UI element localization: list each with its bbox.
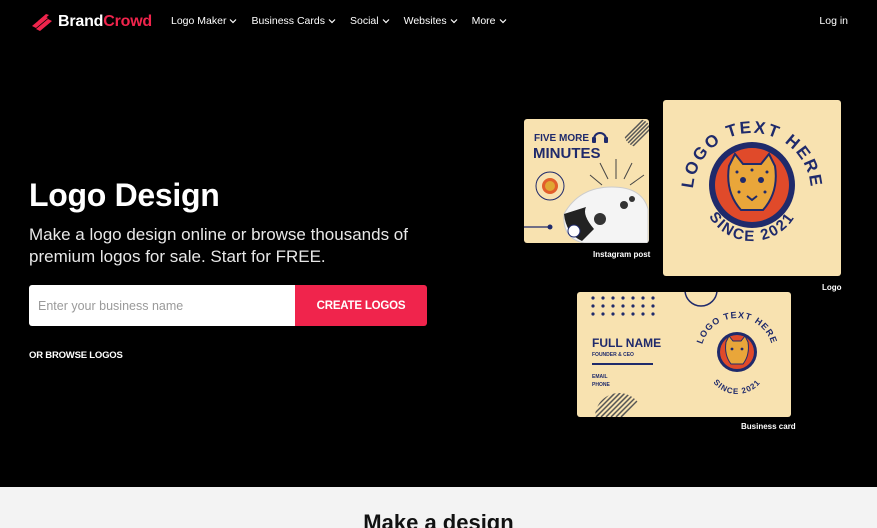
striped-semicircle-decoration: [595, 393, 643, 417]
browse-logos-link[interactable]: OR BROWSE LOGOS: [29, 350, 123, 361]
svg-text:MINUTES: MINUTES: [533, 145, 601, 162]
nav-item-logo-maker[interactable]: Logo Maker: [171, 15, 237, 27]
top-nav: BrandCrowd Logo Maker Business Cards Soc…: [0, 0, 877, 44]
headphones-icon: [592, 132, 608, 143]
brandcrowd-logo-icon: [32, 14, 52, 31]
mini-logo-emblem: [535, 171, 565, 201]
login-link[interactable]: Log in: [819, 15, 848, 27]
cheetah-logo-emblem: LOGO TEXT HERE SINCE 2021: [678, 118, 824, 245]
business-name-form: CREATE LOGOS: [29, 285, 427, 326]
svg-text:FIVE MORE: FIVE MORE: [534, 133, 589, 144]
instagram-post-preview[interactable]: FIVE MORE MINUTES: [524, 119, 649, 243]
svg-text:FULL NAME: FULL NAME: [592, 336, 661, 350]
svg-text:PHONE: PHONE: [592, 382, 610, 388]
nav-item-websites[interactable]: Websites: [404, 15, 458, 27]
page-title: Logo Design: [29, 177, 220, 213]
create-logos-button[interactable]: CREATE LOGOS: [295, 285, 427, 326]
svg-text:SINCE 2021: SINCE 2021: [712, 378, 763, 396]
circle-outline-decoration: [684, 292, 718, 307]
burst-lines: [589, 159, 645, 186]
dot-grid-decoration: [591, 296, 655, 316]
nav-item-business-cards[interactable]: Business Cards: [251, 15, 336, 27]
chevron-down-icon: [230, 19, 237, 24]
hero-subtitle: Make a logo design online or browse thou…: [29, 225, 408, 266]
nav-item-more[interactable]: More: [472, 15, 507, 27]
caption-business-card: Business card: [741, 422, 796, 431]
chevron-down-icon: [328, 19, 336, 24]
business-card-preview[interactable]: FULL NAME FOUNDER & CEO EMAIL PHONE LOGO…: [577, 292, 791, 417]
brandcrowd-logo[interactable]: BrandCrowd: [30, 12, 152, 32]
caption-instagram-post: Instagram post: [593, 250, 651, 259]
striped-circle-decoration: [624, 119, 649, 147]
mini-cheetah-emblem: [717, 332, 757, 372]
flower-decoration: [567, 224, 581, 238]
chevron-down-icon: [382, 19, 390, 24]
chevron-down-icon: [499, 19, 506, 24]
instagram-post-art: FIVE MORE MINUTES: [524, 119, 649, 243]
caption-logo: Logo: [822, 283, 842, 292]
nav-menu: Logo Maker Business Cards Social Website…: [171, 15, 507, 27]
nav-item-social[interactable]: Social: [350, 15, 390, 27]
business-card-art: FULL NAME FOUNDER & CEO EMAIL PHONE LOGO…: [591, 292, 778, 417]
section-title: Make a design: [363, 510, 514, 528]
chevron-down-icon: [450, 19, 458, 24]
brand-name: BrandCrowd: [58, 13, 153, 30]
business-name-input[interactable]: [29, 285, 295, 326]
logo-preview[interactable]: LOGO TEXT HERE SINCE 2021: [663, 100, 841, 276]
svg-text:FOUNDER & CEO: FOUNDER & CEO: [592, 352, 634, 358]
svg-text:EMAIL: EMAIL: [592, 374, 608, 380]
